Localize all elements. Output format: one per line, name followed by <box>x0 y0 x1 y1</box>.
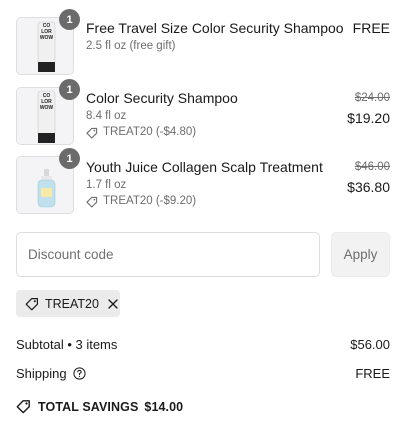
total-savings-label: TOTAL SAVINGS <box>38 399 139 414</box>
product-price: $19.20 <box>347 110 390 126</box>
shipping-label: Shipping <box>16 366 67 381</box>
quantity-badge: 1 <box>59 9 80 30</box>
subtotal-label: Subtotal • 3 items <box>16 337 118 352</box>
shipping-row: Shipping FREE <box>16 366 390 381</box>
quantity-badge: 1 <box>59 148 80 169</box>
product-title: Free Travel Size Color Security Shampoo <box>86 20 344 36</box>
remove-discount-button[interactable] <box>108 298 118 309</box>
total-savings-value: $14.00 <box>144 399 184 414</box>
product-title: Color Security Shampoo <box>86 90 238 106</box>
applied-discount-chip: TREAT20 <box>16 290 120 317</box>
product-variant: 1.7 fl oz <box>86 179 127 191</box>
total-savings: TOTAL SAVINGS $14.00 <box>16 399 183 414</box>
apply-button[interactable]: Apply <box>331 232 390 277</box>
line-discount-label: TREAT20 (-$4.80) <box>103 126 197 138</box>
line-discount: TREAT20 (-$9.20) <box>86 194 306 209</box>
subtotal-value: $56.00 <box>350 337 390 352</box>
tag-icon <box>16 399 31 414</box>
close-icon <box>108 298 118 309</box>
product-price: FREE <box>352 20 390 36</box>
subtotal-row: Subtotal • 3 items $56.00 <box>16 337 390 352</box>
product-variant: 8.4 fl oz <box>86 110 127 122</box>
original-price: $24.00 <box>354 92 390 104</box>
shipping-value: FREE <box>355 366 390 381</box>
product-variant: 2.5 fl oz (free gift) <box>86 40 176 52</box>
line-discount-label: TREAT20 (-$9.20) <box>103 195 197 207</box>
product-price: $36.80 <box>347 179 390 195</box>
tag-icon <box>25 297 39 311</box>
product-title: Youth Juice Collagen Scalp Treatment <box>86 159 323 175</box>
applied-discount-code: TREAT20 <box>45 296 99 311</box>
quantity-badge: 1 <box>59 79 80 100</box>
discount-code-input[interactable] <box>16 232 320 277</box>
tag-icon <box>86 196 98 208</box>
tag-icon <box>86 127 98 139</box>
original-price: $46.00 <box>354 161 390 173</box>
svg-text:WOW: WOW <box>40 105 54 111</box>
line-discount: TREAT20 (-$4.80) <box>86 125 306 140</box>
line-item: 1 Youth Juice Collagen Scalp Treatment 1… <box>16 148 390 214</box>
question-circle-icon[interactable] <box>73 367 86 380</box>
svg-text:WOW: WOW <box>40 35 54 41</box>
line-item: CO LOR WOW 1 Free Travel Size Color Secu… <box>16 9 390 75</box>
line-item: CO LOR WOW 1 Color Security Shampoo 8.4 … <box>16 79 390 145</box>
